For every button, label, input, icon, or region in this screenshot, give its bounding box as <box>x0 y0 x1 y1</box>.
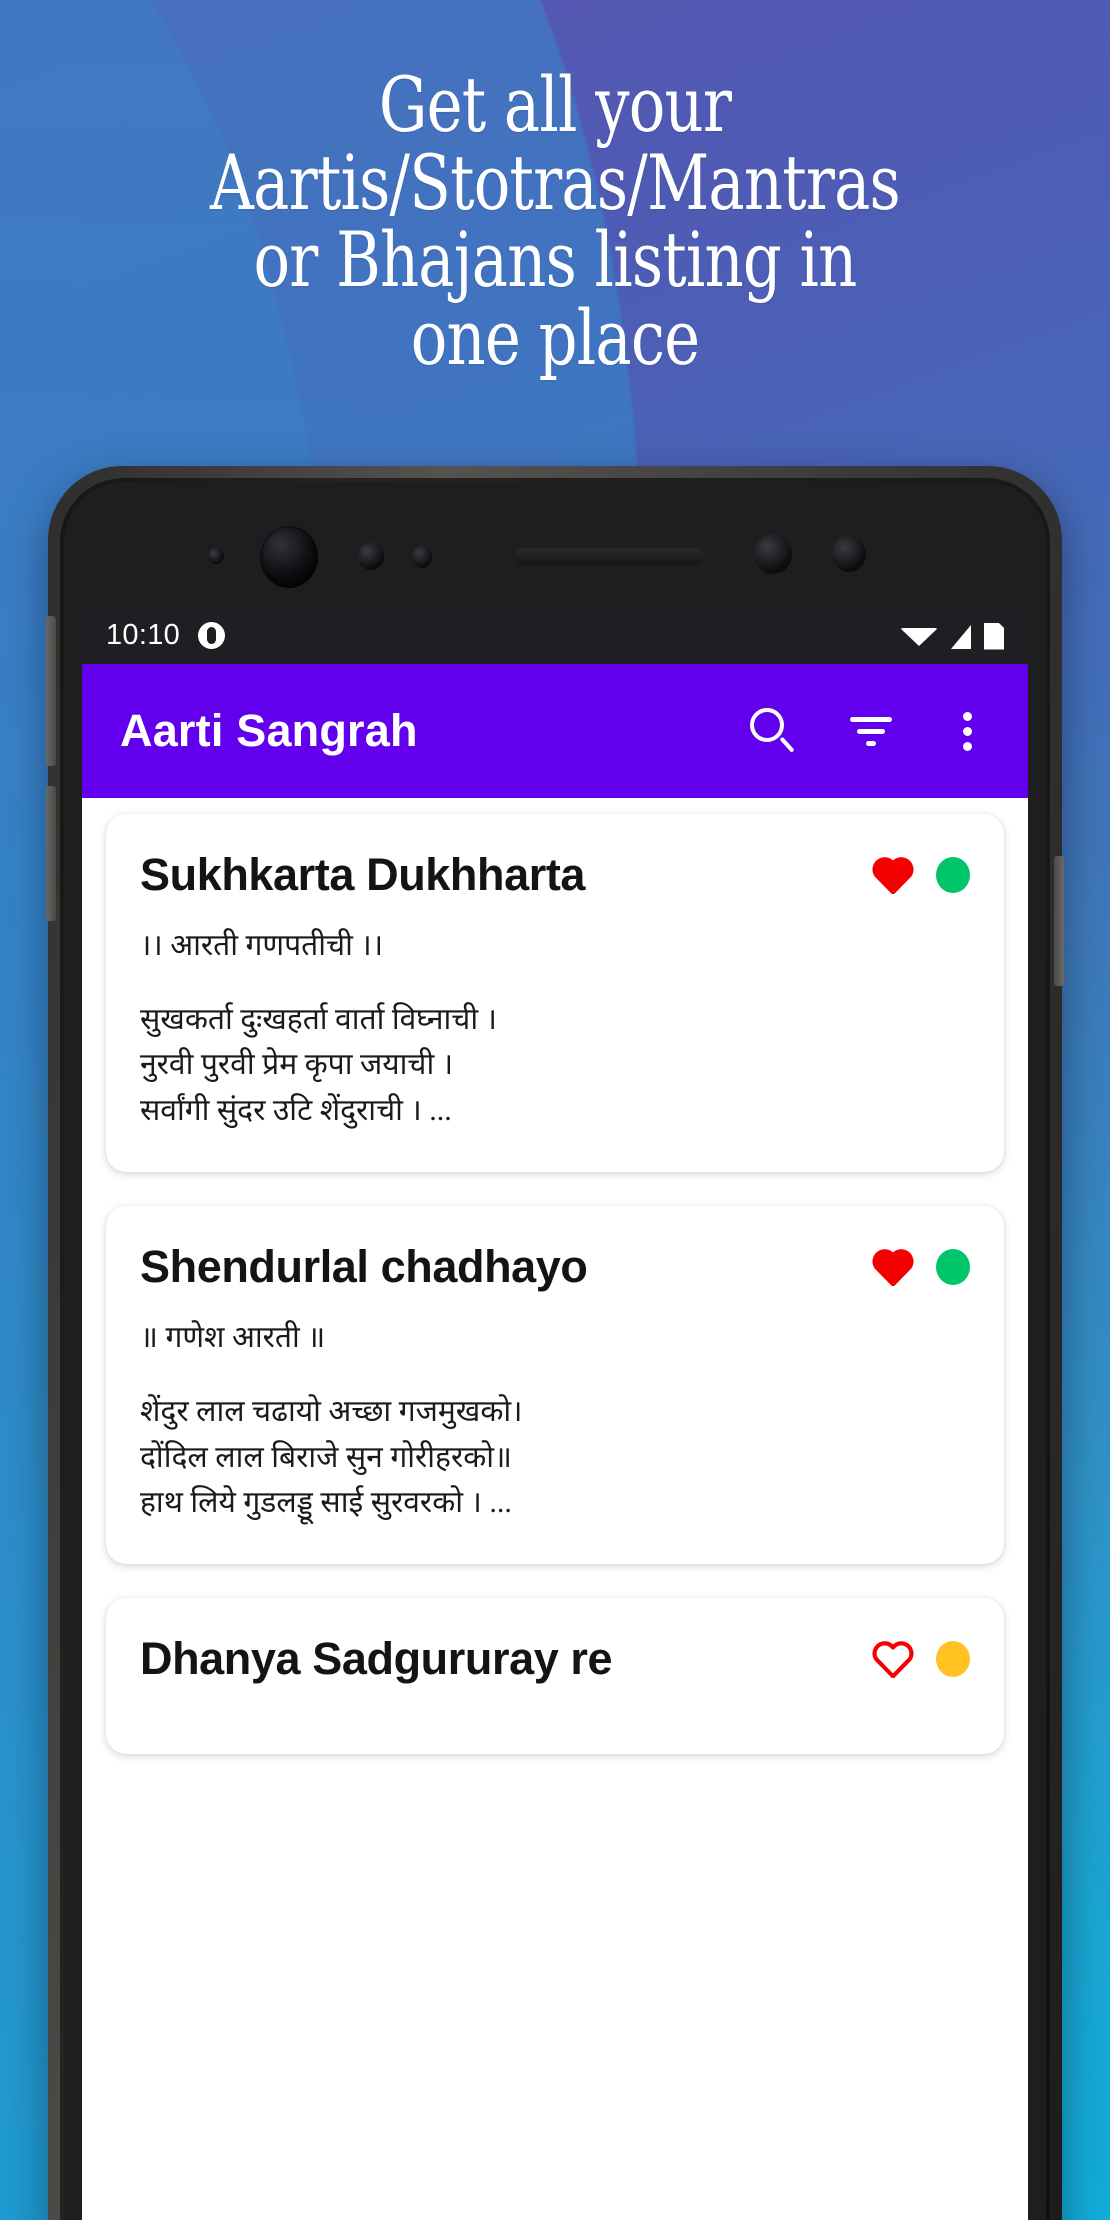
list-item-title: Sukhkarta Dukhharta <box>140 849 586 900</box>
overflow-menu-icon[interactable] <box>942 705 994 757</box>
overflow-dot-3 <box>963 742 972 751</box>
list-item-subtitle: ।। आरती गणपतीची ।। <box>140 928 384 962</box>
proximity-sensor-icon <box>358 542 384 570</box>
phone-screen: 10:10 Aarti Sangrah Sukhkarta Dukhharta … <box>82 606 1028 2220</box>
sort-icon-line-2 <box>857 729 885 734</box>
wifi-icon <box>900 628 938 646</box>
power-button[interactable] <box>1054 856 1064 986</box>
secondary-camera-icon <box>754 534 792 574</box>
sensor-row <box>64 526 1046 588</box>
overflow-dot-1 <box>963 712 972 721</box>
promo-headline: Get all your Aartis/Stotras/Mantras or B… <box>210 60 901 382</box>
app-bar: Aarti Sangrah <box>82 664 1028 798</box>
list-item-title: Dhanya Sadgururay re <box>140 1633 613 1685</box>
promo-banner: Get all your Aartis/Stotras/Mantras or B… <box>0 0 1110 2220</box>
notification-dot-icon <box>198 621 226 649</box>
status-bar: 10:10 <box>82 606 1028 664</box>
search-icon-handle <box>779 736 795 753</box>
ambient-light-sensor-icon <box>208 548 224 564</box>
list-item-body: सुखकर्ता दुःखहर्ता वार्ता विघ्नाची । नुर… <box>140 1002 497 1128</box>
list-item[interactable]: Dhanya Sadgururay re <box>106 1598 1004 1754</box>
search-icon[interactable] <box>746 705 798 757</box>
favorite-heart-icon[interactable] <box>872 856 914 894</box>
sort-icon-line-3 <box>866 741 876 746</box>
app-title: Aarti Sangrah <box>120 705 418 756</box>
ir-sensor-icon <box>412 546 432 568</box>
list-item-subtitle: ॥ गणेश आरती ॥ <box>140 1320 326 1354</box>
search-icon-ring <box>750 708 784 742</box>
status-badge <box>936 1641 970 1678</box>
list-item-title: Shendurlal chadhayo <box>140 1241 588 1293</box>
aarti-list[interactable]: Sukhkarta Dukhharta ।। आरती गणपतीची ।। स… <box>82 798 1028 1754</box>
favorite-heart-icon[interactable] <box>872 1248 914 1287</box>
battery-icon <box>984 622 1004 650</box>
list-item-markers <box>872 1242 970 1287</box>
list-item-header: Sukhkarta Dukhharta <box>140 850 970 900</box>
list-item-markers <box>872 850 970 894</box>
list-item-markers <box>872 1634 970 1679</box>
volume-down-button[interactable] <box>46 786 56 921</box>
cell-signal-icon <box>951 625 971 649</box>
phone-mockup: 10:10 Aarti Sangrah Sukhkarta Dukhharta … <box>46 466 1064 2220</box>
list-item-body: शेंदुर लाल चढायो अच्छा गजमुखको। दोंदिल ल… <box>140 1394 523 1520</box>
list-item[interactable]: Shendurlal chadhayo ॥ गणेश आरती ॥ शेंदुर… <box>106 1206 1004 1565</box>
app-bar-actions <box>746 705 994 757</box>
status-badge <box>936 1249 970 1286</box>
front-camera-icon <box>260 526 318 588</box>
status-badge <box>936 857 970 893</box>
list-item-header: Dhanya Sadgururay re <box>140 1634 970 1684</box>
flood-illuminator-icon <box>832 536 866 572</box>
status-bar-icons <box>900 622 1004 650</box>
favorite-heart-icon[interactable] <box>872 1640 914 1679</box>
sort-icon[interactable] <box>844 705 896 757</box>
earpiece-speaker <box>514 548 704 565</box>
list-item-header: Shendurlal chadhayo <box>140 1242 970 1292</box>
sort-icon-line-1 <box>850 717 892 722</box>
overflow-dot-2 <box>963 727 972 736</box>
list-item[interactable]: Sukhkarta Dukhharta ।। आरती गणपतीची ।। स… <box>106 814 1004 1173</box>
volume-up-button[interactable] <box>46 616 56 766</box>
status-bar-clock: 10:10 <box>106 618 181 651</box>
phone-bezel: 10:10 Aarti Sangrah Sukhkarta Dukhharta … <box>64 482 1046 2220</box>
